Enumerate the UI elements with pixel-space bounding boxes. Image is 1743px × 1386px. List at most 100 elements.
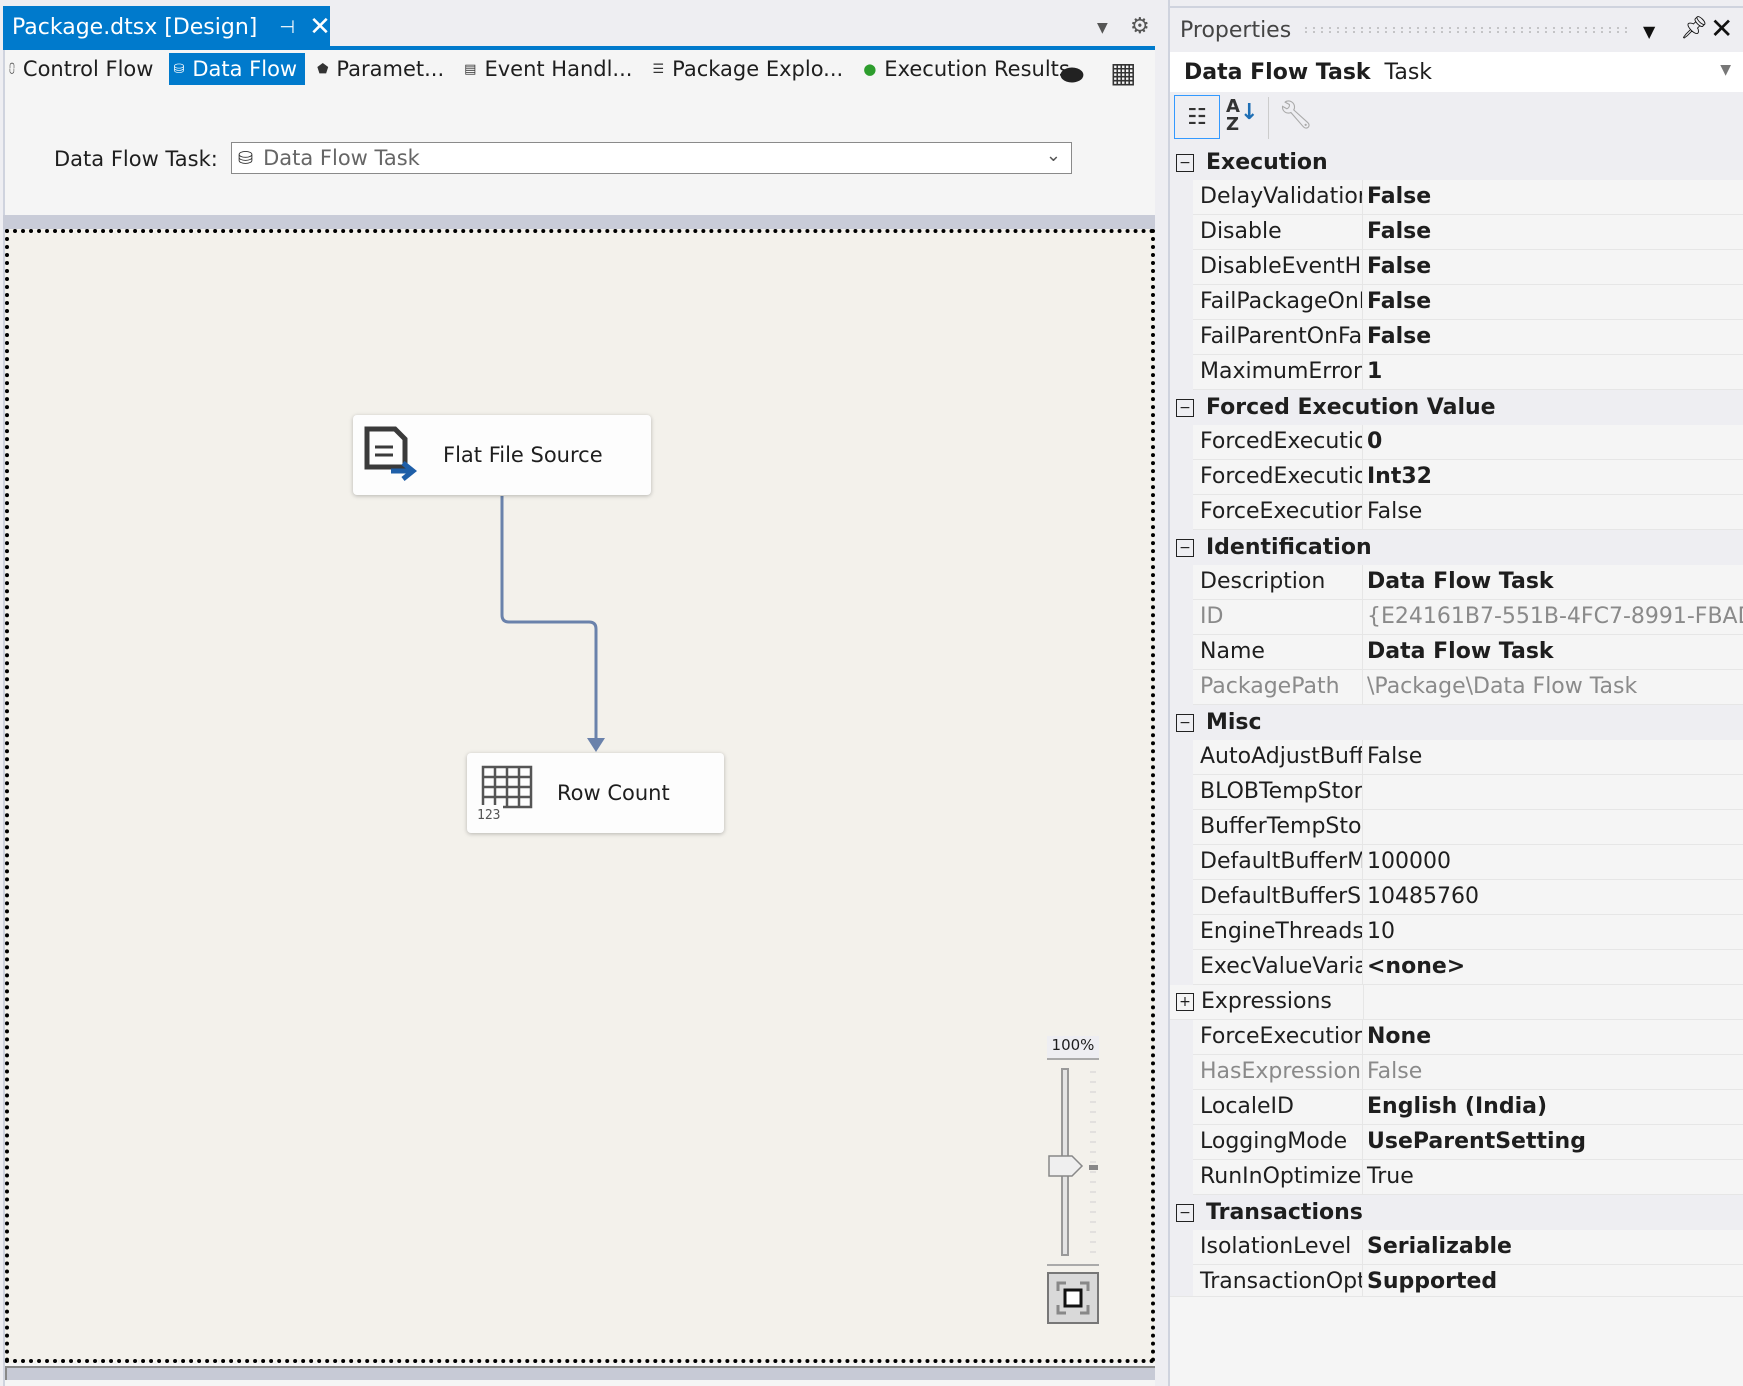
property-row[interactable]: Description Data Flow Task <box>1193 565 1743 600</box>
property-value[interactable]: False <box>1363 320 1743 354</box>
property-value[interactable]: Serializable <box>1363 1230 1743 1264</box>
pin-icon[interactable]: 📌︎ <box>1680 16 1708 41</box>
property-row[interactable]: Disable False <box>1193 215 1743 250</box>
designer-tab-paramet[interactable]: ⬟ Paramet... <box>313 53 452 85</box>
property-category[interactable]: − Execution <box>1170 145 1743 180</box>
property-row[interactable]: ForcedExecutionVInt32 <box>1193 460 1743 495</box>
property-row[interactable]: ForceExecutionVaFalse <box>1193 495 1743 530</box>
selected-object-name: Data Flow Task <box>1184 59 1371 85</box>
property-value[interactable]: False <box>1363 250 1743 284</box>
data-flow-task-dropdown[interactable]: ⛁ Data Flow Task ⌄ <box>231 142 1072 174</box>
categorized-button[interactable]: ☷ <box>1174 95 1220 139</box>
property-row[interactable]: PackagePath \Package\Data Flow Task <box>1193 670 1743 705</box>
properties-drag-grip[interactable] <box>1302 26 1632 34</box>
zoom-slider-thumb[interactable] <box>1048 1155 1084 1177</box>
close-icon[interactable]: ✕ <box>309 14 331 40</box>
property-value[interactable]: Int32 <box>1363 460 1743 494</box>
designer-tab-package-explo[interactable]: ☰ Package Explo... <box>648 53 851 85</box>
property-value[interactable]: True <box>1363 1160 1743 1194</box>
property-value[interactable]: False <box>1363 180 1743 214</box>
property-row[interactable]: FailParentOnFailuFalse <box>1193 320 1743 355</box>
property-row[interactable]: MaximumErrorCo1 <box>1193 355 1743 390</box>
property-row[interactable]: DelayValidation False <box>1193 180 1743 215</box>
property-row[interactable]: BLOBTempStorag <box>1193 775 1743 810</box>
property-value[interactable]: 1 <box>1363 355 1743 389</box>
property-value[interactable]: Data Flow Task <box>1363 635 1743 669</box>
property-value[interactable]: False <box>1363 495 1743 529</box>
property-value[interactable]: 10485760 <box>1363 880 1743 914</box>
designer-tab-data-flow[interactable]: ⛁ Data Flow <box>169 53 306 85</box>
property-grid-empty-area <box>1170 1296 1743 1386</box>
property-value[interactable]: False <box>1363 285 1743 319</box>
property-row[interactable]: DisableEventHanFalse <box>1193 250 1743 285</box>
pin-icon[interactable]: ⊣ <box>279 17 295 38</box>
property-category[interactable]: − Forced Execution Value <box>1170 390 1743 425</box>
property-row[interactable]: Name Data Flow Task <box>1193 635 1743 670</box>
property-value[interactable] <box>1363 810 1743 844</box>
collapse-icon[interactable]: − <box>1176 153 1194 172</box>
property-row[interactable]: ID {E24161B7-551B-4FC7-8991-FBAD <box>1193 600 1743 635</box>
designer-tab-event-handl[interactable]: ▤ Event Handl... <box>460 53 640 85</box>
property-row[interactable]: ForcedExecutionV0 <box>1193 425 1743 460</box>
zoom-to-fit-button[interactable] <box>1047 1272 1099 1324</box>
property-value[interactable]: Supported <box>1363 1265 1743 1299</box>
property-category[interactable]: − Identification <box>1170 530 1743 565</box>
alphabetical-button[interactable]: A Z ↓ <box>1226 98 1258 134</box>
property-row[interactable]: IsolationLevel Serializable <box>1193 1230 1743 1265</box>
property-row[interactable]: HasExpressions False <box>1193 1055 1743 1090</box>
property-row[interactable]: DefaultBufferSize10485760 <box>1193 880 1743 915</box>
expand-icon[interactable]: + <box>1176 993 1194 1011</box>
designer-tab-strip: ⩇ Control Flow ⛁ Data Flow ⬟ Paramet... ▤ Event… <box>5 52 1086 86</box>
property-category[interactable]: − Misc <box>1170 705 1743 740</box>
property-category[interactable]: − Transactions <box>1170 1195 1743 1230</box>
collapse-icon[interactable]: − <box>1176 713 1194 732</box>
property-row[interactable]: DefaultBufferMa 100000 <box>1193 845 1743 880</box>
property-value[interactable]: False <box>1363 740 1743 774</box>
horizontal-scrollbar[interactable] <box>5 1366 1155 1380</box>
property-name: HasExpressions <box>1193 1055 1363 1089</box>
property-pages-wrench-icon[interactable]: 🔧︎ <box>1278 98 1314 131</box>
collapse-icon[interactable]: − <box>1176 398 1194 417</box>
property-row[interactable]: LocaleID English (India) <box>1193 1090 1743 1125</box>
flat-file-source-component[interactable]: Flat File Source <box>353 415 651 495</box>
property-value[interactable]: 0 <box>1363 425 1743 459</box>
property-row[interactable]: RunInOptimizedMTrue <box>1193 1160 1743 1195</box>
property-value[interactable]: None <box>1363 1020 1743 1054</box>
close-icon[interactable]: ✕ <box>1710 12 1733 45</box>
property-row[interactable]: ForceExecutionReNone <box>1193 1020 1743 1055</box>
property-row[interactable]: + Expressions <box>1170 985 1743 1020</box>
variables-grid-icon[interactable]: ▦ <box>1110 56 1136 89</box>
designer-tab-control-flow[interactable]: ⩇ Control Flow <box>5 53 161 85</box>
property-value[interactable]: <none> <box>1363 950 1743 984</box>
collapse-icon[interactable]: − <box>1176 1203 1194 1222</box>
property-row[interactable]: AutoAdjustBufferFalse <box>1193 740 1743 775</box>
gear-icon[interactable]: ⚙ <box>1130 14 1150 39</box>
designer-tab-execution-results[interactable]: ● Execution Results <box>859 53 1078 85</box>
tab-overflow-dropdown-icon[interactable]: ▼ <box>1097 20 1113 36</box>
property-value[interactable]: UseParentSetting <box>1363 1125 1743 1159</box>
property-value[interactable]: False <box>1363 215 1743 249</box>
property-name: AutoAdjustBuffer <box>1193 740 1363 774</box>
property-value[interactable] <box>1364 985 1743 1019</box>
property-row[interactable]: ExecValueVariabl<none> <box>1193 950 1743 985</box>
property-row[interactable]: BufferTempStora <box>1193 810 1743 845</box>
window-position-dropdown-icon[interactable]: ▼ <box>1643 22 1655 41</box>
zoom-current-marker <box>1089 1165 1098 1170</box>
property-value[interactable] <box>1363 775 1743 809</box>
property-row[interactable]: TransactionOptioSupported <box>1193 1265 1743 1300</box>
document-tab[interactable]: Package.dtsx [Design] ⊣ ✕ <box>3 6 331 48</box>
property-value[interactable]: Data Flow Task <box>1363 565 1743 599</box>
property-name: ForceExecutionVa <box>1193 495 1363 529</box>
property-row[interactable]: EngineThreads 10 <box>1193 915 1743 950</box>
collapse-icon[interactable]: − <box>1176 538 1194 557</box>
property-row[interactable]: FailPackageOnFaFalse <box>1193 285 1743 320</box>
property-value: {E24161B7-551B-4FC7-8991-FBAD <box>1367 604 1743 629</box>
document-tab-title: Package.dtsx [Design] <box>12 14 258 40</box>
property-value[interactable]: English (India) <box>1363 1090 1743 1124</box>
property-value[interactable]: 100000 <box>1363 845 1743 879</box>
property-value[interactable]: 10 <box>1363 915 1743 949</box>
row-count-component[interactable]: 123 Row Count <box>467 753 724 833</box>
property-row[interactable]: LoggingMode UseParentSetting <box>1193 1125 1743 1160</box>
object-selector-dropdown[interactable]: Data Flow Task Task ▼ <box>1170 52 1743 92</box>
ssis-toolbox-icon[interactable]: ⬬ <box>1060 58 1084 92</box>
